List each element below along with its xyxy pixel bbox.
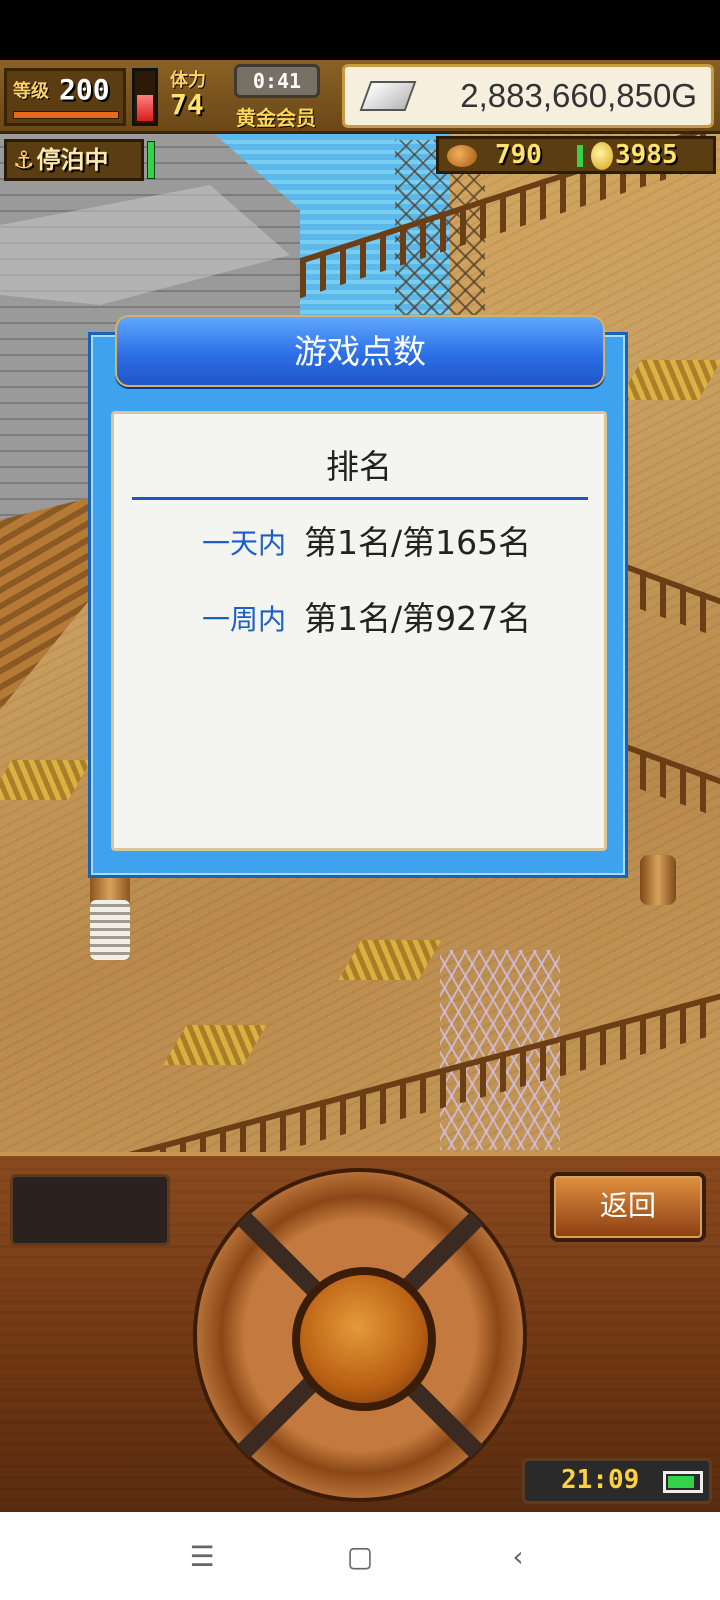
- ranking-value: 第1名/第927名: [304, 599, 532, 638]
- home-icon[interactable]: ▢: [338, 1534, 382, 1578]
- barrel: [640, 855, 676, 905]
- menu-icon[interactable]: ☰: [180, 1534, 224, 1578]
- ranking-row-daily: 一天内 第1名/第165名: [114, 514, 604, 564]
- fish-icon: [447, 145, 477, 167]
- deck-hatch: [163, 1025, 267, 1065]
- battery-level: [668, 1476, 694, 1488]
- control-panel: 返回 21:09: [0, 1152, 720, 1512]
- game-screen: 等级 200 体力 74 0:41 黄金会员 2,883,660,850G ⚓停…: [0, 0, 720, 1600]
- rope-coil: [90, 900, 130, 960]
- deck-railing: [620, 561, 720, 639]
- experience-bar: [13, 111, 119, 119]
- coin-count: 3985: [615, 140, 678, 170]
- ranking-panel: 排名 一天内 第1名/第165名 一周内 第1名/第927名: [111, 411, 607, 851]
- coin-icon: [591, 142, 613, 170]
- deck-hatch: [0, 760, 92, 800]
- gold-display: 2,883,660,850G: [342, 64, 714, 128]
- dpad-center-button[interactable]: [292, 1267, 436, 1411]
- membership-badge: 黄金会员: [236, 106, 316, 130]
- stamina-value: 74: [170, 88, 204, 121]
- ranking-row-weekly: 一周内 第1名/第927名: [114, 590, 604, 640]
- dialog-header: 游戏点数: [115, 315, 605, 387]
- ranking-period: 一天内: [201, 527, 286, 560]
- clock-time: 21:09: [561, 1465, 640, 1495]
- back-button[interactable]: 返回: [550, 1172, 706, 1242]
- info-slot[interactable]: [10, 1174, 170, 1246]
- stamina-timer: 0:41: [234, 64, 320, 98]
- resource-display: 790 3985: [436, 136, 716, 174]
- stamina-gauge: [132, 68, 158, 126]
- device-clock: 21:09: [522, 1458, 712, 1504]
- silver-ingot-icon: [359, 81, 417, 111]
- anchor-icon: ⚓: [13, 146, 35, 174]
- back-icon[interactable]: ‹: [496, 1534, 540, 1578]
- deck-hatch: [338, 940, 442, 980]
- resource-separator: [577, 145, 583, 167]
- heading-divider: [132, 497, 588, 500]
- deck-hatch: [618, 360, 720, 400]
- level-badge: 等级 200: [4, 68, 126, 126]
- fish-count: 790: [495, 140, 542, 170]
- game-points-dialog: 游戏点数 排名 一天内 第1名/第165名 一周内 第1名/第927名: [88, 315, 628, 878]
- ranking-period: 一周内: [201, 603, 286, 636]
- ranking-value: 第1名/第165名: [304, 523, 532, 562]
- level-value: 200: [59, 73, 110, 106]
- android-nav-bar: ☰ ▢ ‹: [0, 1512, 720, 1600]
- level-label: 等级: [13, 81, 49, 102]
- stamina-gauge-fill: [137, 94, 153, 121]
- top-status-bar: 等级 200 体力 74 0:41 黄金会员 2,883,660,850G: [0, 60, 720, 134]
- dialog-title: 游戏点数: [294, 332, 426, 371]
- moor-status[interactable]: ⚓停泊中: [4, 139, 144, 181]
- moor-indicator: [147, 141, 155, 179]
- deck-railing: [0, 993, 720, 1155]
- gold-amount: 2,883,660,850G: [460, 77, 697, 114]
- moor-status-label: 停泊中: [36, 146, 109, 174]
- deck-railing: [620, 741, 720, 819]
- ranking-heading: 排名: [326, 447, 392, 486]
- battery-icon: [663, 1471, 703, 1493]
- life-ring-dpad[interactable]: [193, 1168, 527, 1502]
